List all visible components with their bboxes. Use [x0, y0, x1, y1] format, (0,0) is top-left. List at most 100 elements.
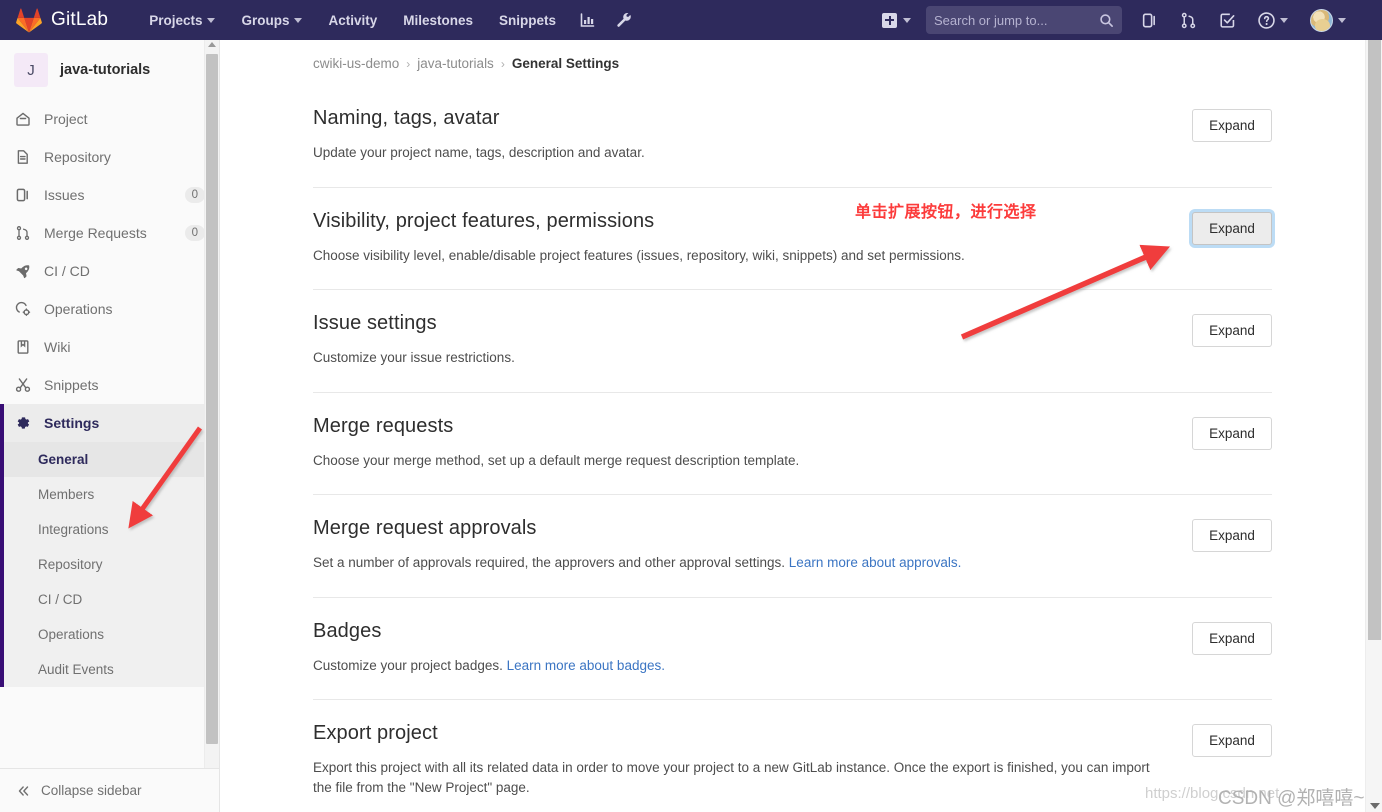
- chevron-down-icon: [903, 17, 911, 23]
- help-circle-icon: [1258, 11, 1275, 29]
- sidebar-item-label: Operations: [44, 301, 113, 317]
- section-title: Issue settings: [313, 312, 437, 335]
- settings-sections: Naming, tags, avatar Update your project…: [220, 71, 1272, 812]
- breadcrumb-project[interactable]: java-tutorials: [417, 56, 494, 71]
- nav-milestones-label: Milestones: [403, 12, 474, 28]
- section-text: Visibility, project features, permission…: [313, 210, 1192, 266]
- sidebar-item-settings[interactable]: Settings: [0, 404, 219, 442]
- user-menu-dropdown[interactable]: [1300, 5, 1352, 36]
- sidebar-item-label: Project: [44, 111, 88, 127]
- merge-requests-count-badge: 0: [184, 225, 205, 241]
- chevron-down-icon: [207, 17, 216, 23]
- nav-groups-label: Groups: [241, 12, 290, 28]
- sidebar-item-wiki[interactable]: Wiki: [0, 328, 219, 366]
- section-merge-requests: Merge requests Choose your merge method,…: [313, 393, 1272, 496]
- search-box[interactable]: [926, 6, 1122, 34]
- expand-button-naming-tags-avatar[interactable]: Expand: [1192, 109, 1272, 142]
- top-navbar: GitLab Projects Groups Activity Mileston…: [0, 0, 1382, 40]
- section-description: Customize your issue restrictions.: [313, 350, 515, 366]
- section-text: Export project Export this project with …: [313, 722, 1192, 797]
- section-description: Choose visibility level, enable/disable …: [313, 247, 965, 263]
- search-icon: [1099, 13, 1114, 28]
- gitlab-tanuki-logo-icon: [16, 8, 42, 33]
- chart-icon[interactable]: [569, 4, 606, 36]
- learn-more-approvals-link[interactable]: Learn more about approvals.: [789, 555, 962, 570]
- sidebar-item-project[interactable]: Project: [0, 100, 219, 138]
- create-new-dropdown[interactable]: [873, 6, 920, 35]
- nav-groups[interactable]: Groups: [228, 3, 315, 38]
- chevron-double-left-icon: [16, 784, 31, 798]
- issues-count-badge: 0: [184, 187, 205, 203]
- scroll-up-arrow-icon[interactable]: [208, 42, 216, 47]
- section-issue-settings: Issue settings Customize your issue rest…: [313, 290, 1272, 393]
- chevron-down-icon: [294, 17, 303, 23]
- section-description: Export this project with all its related…: [313, 760, 1150, 795]
- sidebar-subitem-audit-events[interactable]: Audit Events: [4, 652, 219, 687]
- section-description: Customize your project badges. Learn mor…: [313, 656, 1172, 676]
- sidebar-item-label: Snippets: [44, 377, 99, 393]
- section-naming-tags-avatar: Naming, tags, avatar Update your project…: [313, 93, 1272, 188]
- sidebar-item-merge-requests[interactable]: Merge Requests 0: [0, 214, 219, 252]
- merge-request-icon[interactable]: [1170, 4, 1207, 37]
- nav-snippets-label: Snippets: [499, 12, 557, 28]
- chevron-down-icon: [1338, 17, 1346, 23]
- help-dropdown[interactable]: [1248, 4, 1298, 37]
- sidebar-settings-submenu: General Members Integrations Repository …: [0, 442, 219, 687]
- nav-activity-label: Activity: [328, 12, 378, 28]
- section-badges: Badges Customize your project badges. Le…: [313, 598, 1272, 701]
- expand-button-merge-requests[interactable]: Expand: [1192, 416, 1272, 450]
- sidebar-item-operations[interactable]: Operations: [0, 290, 219, 328]
- project-name: java-tutorials: [60, 62, 151, 78]
- gitlab-brand-text: GitLab: [51, 9, 109, 30]
- section-description-text: Customize your project badges.: [313, 657, 507, 673]
- learn-more-badges-link[interactable]: Learn more about badges.: [507, 658, 665, 673]
- merge-request-icon: [14, 225, 31, 241]
- sidebar-subitem-members[interactable]: Members: [4, 477, 219, 512]
- left-sidebar: J java-tutorials Project Repository Issu…: [0, 40, 220, 812]
- plus-square-icon: [882, 12, 897, 28]
- sidebar-subitem-cicd[interactable]: CI / CD: [4, 582, 219, 617]
- gear-icon: [14, 415, 31, 431]
- nav-snippets[interactable]: Snippets: [486, 3, 569, 38]
- sidebar-item-snippets[interactable]: Snippets: [0, 366, 219, 404]
- section-text: Issue settings Customize your issue rest…: [313, 312, 1192, 368]
- page-scrollbar[interactable]: [1365, 40, 1382, 812]
- sidebar-scrollbar[interactable]: [204, 40, 219, 768]
- collapse-sidebar-button[interactable]: Collapse sidebar: [0, 768, 219, 812]
- issues-icon[interactable]: [1131, 4, 1168, 37]
- chevron-down-icon: [1280, 17, 1288, 23]
- breadcrumb-group[interactable]: cwiki-us-demo: [313, 56, 399, 71]
- sidebar-item-label: Merge Requests: [44, 225, 147, 241]
- sidebar-scrollbar-thumb[interactable]: [206, 54, 218, 744]
- section-title: Visibility, project features, permission…: [313, 209, 655, 232]
- gitlab-logo-home-link[interactable]: GitLab: [0, 8, 108, 33]
- section-text: Naming, tags, avatar Update your project…: [313, 107, 1192, 163]
- search-input[interactable]: [934, 12, 1114, 28]
- sidebar-subitem-integrations[interactable]: Integrations: [4, 512, 219, 547]
- scissors-icon: [14, 377, 31, 393]
- sidebar-project-header[interactable]: J java-tutorials: [0, 40, 219, 100]
- sidebar-item-label: CI / CD: [44, 263, 90, 279]
- page-scrollbar-thumb[interactable]: [1368, 40, 1381, 640]
- section-description-text: Set a number of approvals required, the …: [313, 555, 789, 571]
- sidebar-item-cicd[interactable]: CI / CD: [0, 252, 219, 290]
- sidebar-item-repository[interactable]: Repository: [0, 138, 219, 176]
- breadcrumb: cwiki-us-demo › java-tutorials › General…: [220, 40, 1365, 71]
- scroll-down-arrow-icon[interactable]: [1370, 803, 1380, 809]
- expand-button-export-project[interactable]: Expand: [1192, 724, 1272, 758]
- nav-projects[interactable]: Projects: [136, 3, 228, 38]
- expand-button-issue-settings[interactable]: Expand: [1192, 314, 1272, 348]
- sidebar-subitem-general[interactable]: General: [4, 442, 219, 477]
- sidebar-item-issues[interactable]: Issues 0: [0, 176, 219, 214]
- breadcrumb-separator-icon: ›: [500, 56, 505, 71]
- expand-button-badges[interactable]: Expand: [1192, 621, 1272, 655]
- sidebar-subitem-operations[interactable]: Operations: [4, 617, 219, 652]
- nav-activity[interactable]: Activity: [315, 3, 390, 38]
- todo-checkbox-icon[interactable]: [1209, 4, 1246, 37]
- expand-button-merge-request-approvals[interactable]: Expand: [1192, 519, 1272, 553]
- wrench-icon[interactable]: [606, 4, 642, 36]
- nav-milestones[interactable]: Milestones: [390, 3, 486, 38]
- sidebar-subitem-repository[interactable]: Repository: [4, 547, 219, 582]
- expand-button-visibility-features-permissions[interactable]: Expand: [1192, 211, 1272, 245]
- section-text: Badges Customize your project badges. Le…: [313, 620, 1192, 676]
